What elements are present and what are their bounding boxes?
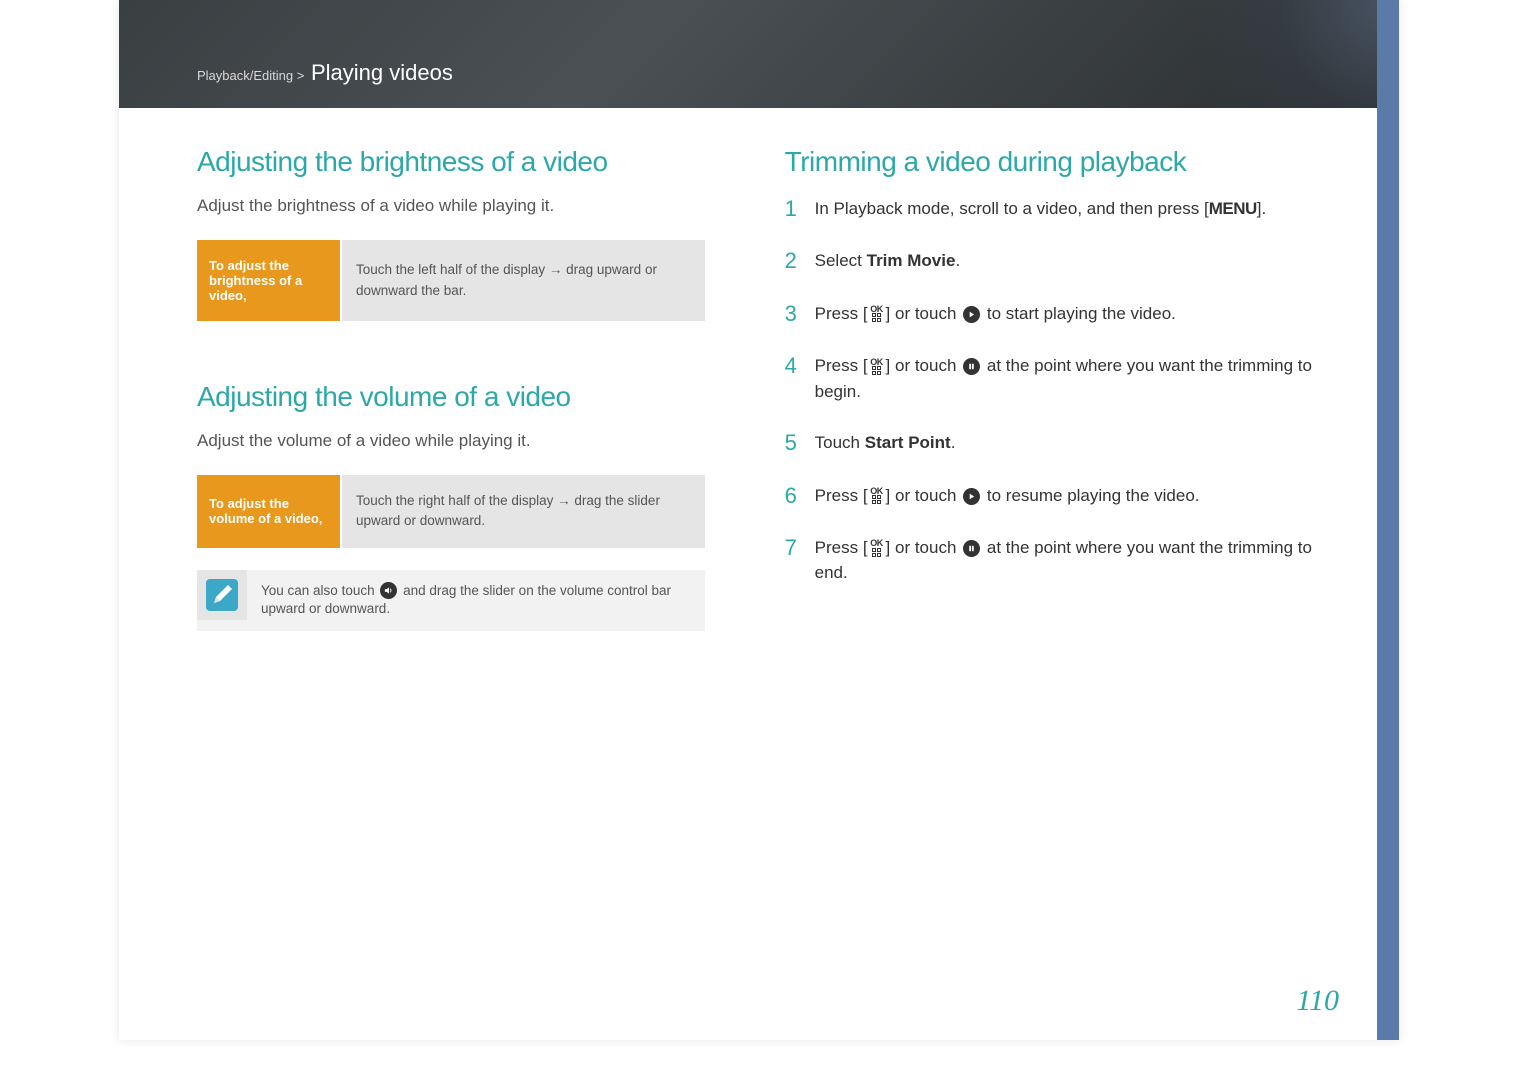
step-text: Press [OK] or touch to start playing the…	[815, 301, 1321, 327]
steps-list: 1 In Playback mode, scroll to a video, a…	[785, 196, 1321, 586]
step-text: Touch Start Point.	[815, 430, 1321, 456]
section-intro-brightness: Adjust the brightness of a video while p…	[197, 196, 705, 216]
play-icon	[963, 306, 980, 323]
instruction-text-pre: Touch the right half of the display	[356, 493, 557, 508]
step-3: 3 Press [OK] or touch to start playing t…	[785, 301, 1321, 327]
ok-button-icon: OK	[868, 304, 886, 324]
page-edge-tab	[1377, 0, 1399, 1040]
ok-button-icon: OK	[868, 538, 886, 558]
right-column: Trimming a video during playback 1 In Pl…	[785, 146, 1321, 631]
instruction-value: Touch the right half of the display → dr…	[342, 475, 705, 548]
instruction-value: Touch the left half of the display → dra…	[342, 240, 705, 321]
arrow-icon: →	[557, 493, 571, 508]
pause-icon	[963, 358, 980, 375]
ok-button-icon: OK	[868, 357, 886, 377]
breadcrumb-separator: >	[297, 68, 305, 83]
page-header: Playback/Editing > Playing videos	[119, 0, 1399, 108]
note-box: You can also touch and drag the slider o…	[197, 570, 705, 632]
section-title-volume: Adjusting the volume of a video	[197, 381, 705, 413]
section-title-trimming: Trimming a video during playback	[785, 146, 1321, 178]
play-icon	[963, 488, 980, 505]
pencil-icon	[206, 579, 238, 611]
speaker-icon	[380, 582, 397, 599]
step-2: 2 Select Trim Movie.	[785, 248, 1321, 274]
step-number: 3	[785, 301, 815, 327]
ok-button-icon: OK	[868, 486, 886, 506]
page: Playback/Editing > Playing videos Adjust…	[119, 0, 1399, 1040]
step-text: Press [OK] or touch to resume playing th…	[815, 483, 1321, 509]
step-number: 5	[785, 430, 815, 456]
note-text-pre: You can also touch	[261, 583, 378, 598]
step-1: 1 In Playback mode, scroll to a video, a…	[785, 196, 1321, 222]
breadcrumb-section: Playing videos	[311, 60, 453, 85]
step-text: Press [OK] or touch at the point where y…	[815, 535, 1321, 586]
step-number: 2	[785, 248, 815, 274]
step-text: Press [OK] or touch at the point where y…	[815, 353, 1321, 404]
step-number: 6	[785, 483, 815, 509]
header-decoration	[1119, 0, 1399, 108]
step-number: 7	[785, 535, 815, 561]
breadcrumb-category: Playback/Editing	[197, 68, 293, 83]
page-number: 110	[1296, 984, 1339, 1018]
instruction-label: To adjust the volume of a video,	[197, 475, 342, 548]
note-icon	[197, 570, 247, 620]
step-text: Select Trim Movie.	[815, 248, 1321, 274]
step-6: 6 Press [OK] or touch to resume playing …	[785, 483, 1321, 509]
left-column: Adjusting the brightness of a video Adju…	[197, 146, 705, 631]
pause-icon	[963, 540, 980, 557]
arrow-icon: →	[549, 262, 563, 277]
menu-icon: MENU	[1209, 199, 1257, 218]
note-text: You can also touch and drag the slider o…	[247, 570, 705, 632]
instruction-row-brightness: To adjust the brightness of a video, Tou…	[197, 240, 705, 321]
step-5: 5 Touch Start Point.	[785, 430, 1321, 456]
section-title-brightness: Adjusting the brightness of a video	[197, 146, 705, 178]
step-4: 4 Press [OK] or touch at the point where…	[785, 353, 1321, 404]
instruction-row-volume: To adjust the volume of a video, Touch t…	[197, 475, 705, 548]
section-intro-volume: Adjust the volume of a video while playi…	[197, 431, 705, 451]
breadcrumb: Playback/Editing > Playing videos	[197, 60, 453, 86]
instruction-label: To adjust the brightness of a video,	[197, 240, 342, 321]
content-area: Adjusting the brightness of a video Adju…	[119, 108, 1399, 631]
step-number: 4	[785, 353, 815, 379]
step-number: 1	[785, 196, 815, 222]
step-text: In Playback mode, scroll to a video, and…	[815, 196, 1321, 222]
instruction-text-pre: Touch the left half of the display	[356, 262, 549, 277]
step-7: 7 Press [OK] or touch at the point where…	[785, 535, 1321, 586]
